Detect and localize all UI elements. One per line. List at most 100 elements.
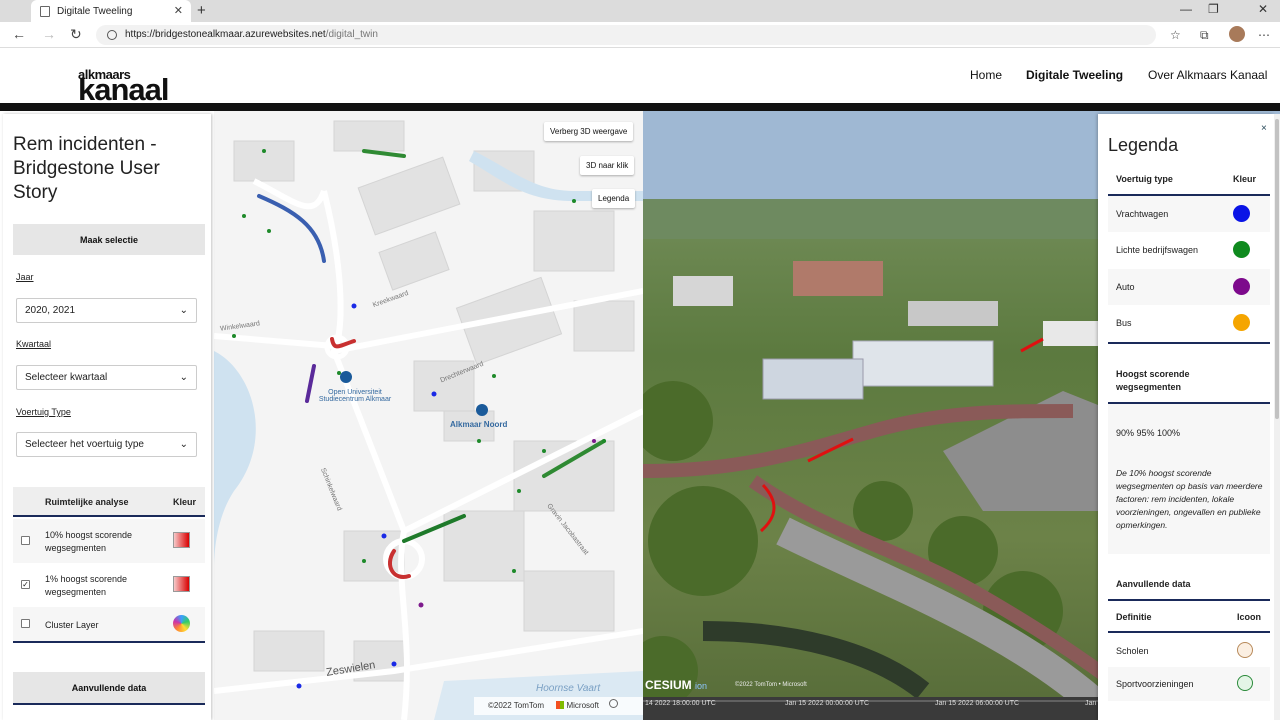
segments-description: De 10% hoogst scorende wegsegmenten op b… bbox=[1116, 468, 1263, 530]
restore-icon[interactable]: ❐ bbox=[1208, 2, 1219, 16]
legend-row-sport: Sportvoorzieningen bbox=[1108, 667, 1270, 701]
sport-icon bbox=[1237, 675, 1253, 691]
layer-row-cluster[interactable]: Cluster Layer bbox=[13, 607, 205, 641]
icon-header: Icoon bbox=[1237, 612, 1261, 622]
more-menu-icon[interactable]: ⋯ bbox=[1258, 28, 1270, 42]
cesium-logo[interactable]: CESIUM ion bbox=[645, 678, 707, 692]
legend-row-lichte-bedrijfswagen: Lichte bedrijfswagen bbox=[1108, 232, 1270, 268]
analysis-header: Ruimtelijke analyse bbox=[45, 497, 129, 507]
definition-header: Definitie bbox=[1116, 612, 1152, 622]
chevron-down-icon: ⌄ bbox=[179, 439, 188, 450]
address-bar[interactable]: https://bridgestonealkmaar.azurewebsites… bbox=[96, 25, 1156, 45]
quarter-value: Selecteer kwartaal bbox=[25, 372, 108, 383]
map-label-hoornse: Hoornse Vaart bbox=[536, 683, 601, 694]
legend-sport-label: Sportvoorzieningen bbox=[1116, 679, 1194, 689]
layer-10pct-label: 10% hoogst scorende wegsegmenten bbox=[45, 530, 133, 553]
profile-avatar[interactable] bbox=[1229, 26, 1245, 42]
browser-tab-bar: Digitale Tweeling ✕ + — ❐ ✕ bbox=[0, 0, 1280, 22]
map-2d[interactable]: Open Universiteit Studiecentrum Alkmaar … bbox=[214, 111, 643, 720]
timeline-label-4: Jan bbox=[1085, 700, 1097, 707]
legend-button[interactable]: Legenda bbox=[592, 189, 636, 208]
forward-icon[interactable]: → bbox=[42, 26, 56, 42]
legend-panel: × Legenda Voertuig type Kleur Vrachtwage… bbox=[1098, 114, 1274, 720]
school-icon bbox=[1237, 642, 1253, 658]
microsoft-attribution: Microsoft bbox=[566, 701, 599, 710]
vehicle-type-header: Voertuig type bbox=[1116, 174, 1173, 184]
nav-digitale-tweeling[interactable]: Digitale Tweeling bbox=[1026, 68, 1123, 82]
cluster-layer-checkbox[interactable] bbox=[21, 619, 30, 628]
tomtom-attribution: ©2022 TomTom bbox=[488, 701, 544, 710]
layer-10pct-swatch bbox=[173, 532, 190, 548]
auto-dot-icon bbox=[1233, 278, 1250, 295]
timeline-label-3: Jan 15 2022 06:00:00 UTC bbox=[935, 700, 1020, 707]
legend-vrachtwagen-label: Vrachtwagen bbox=[1116, 209, 1169, 219]
layer-1pct-checkbox[interactable]: ✓ bbox=[21, 580, 30, 589]
3d-on-click-button[interactable]: 3D naar klik bbox=[580, 156, 635, 175]
analysis-divider bbox=[13, 641, 205, 643]
legend-row-bus: Bus bbox=[1108, 305, 1270, 341]
vrachtwagen-dot-icon bbox=[1233, 205, 1250, 222]
legend-row-vrachtwagen: Vrachtwagen bbox=[1108, 196, 1270, 232]
nav-over-alkmaars-kanaal[interactable]: Over Alkmaars Kanaal bbox=[1148, 68, 1267, 82]
close-window-icon[interactable]: ✕ bbox=[1258, 2, 1268, 16]
timeline-label-2: Jan 15 2022 00:00:00 UTC bbox=[785, 700, 870, 707]
layer-row-10pct[interactable]: 10% hoogst scorende wegsegmenten bbox=[13, 519, 205, 563]
layer-1pct-label: 1% hoogst scorende wegsegmenten bbox=[45, 574, 128, 597]
favorites-icon[interactable]: ☆ bbox=[1170, 28, 1181, 42]
browser-toolbar: ← → ↻ https://bridgestonealkmaar.azurewe… bbox=[0, 22, 1280, 48]
microsoft-logo-icon bbox=[556, 701, 565, 709]
year-select[interactable]: 2020, 2021 ⌄ bbox=[16, 298, 197, 323]
collections-icon[interactable]: ⧉ bbox=[1200, 28, 1209, 43]
map-base bbox=[214, 120, 643, 720]
legend-divider-2 bbox=[1108, 342, 1270, 344]
back-icon[interactable]: ← bbox=[12, 26, 26, 42]
map-label-ou: Open Universiteit Studiecentrum Alkmaar bbox=[318, 389, 392, 403]
new-tab-icon[interactable]: + bbox=[197, 2, 206, 19]
close-icon[interactable]: × bbox=[1261, 123, 1267, 134]
logo-text-bottom[interactable]: kanaal bbox=[78, 76, 169, 103]
close-tab-icon[interactable]: ✕ bbox=[174, 4, 183, 17]
page-favicon-icon bbox=[40, 6, 50, 17]
reload-icon[interactable]: ↻ bbox=[70, 26, 82, 43]
vehicle-value: Selecteer het voertuig type bbox=[25, 439, 144, 450]
cesium-logo-text: CESIUM bbox=[645, 678, 692, 692]
vehicle-select[interactable]: Selecteer het voertuig type ⌄ bbox=[16, 432, 197, 457]
map-label-station: Alkmaar Noord bbox=[450, 420, 508, 429]
percentile-scale: 90% 95% 100% bbox=[1116, 428, 1181, 438]
browser-tab[interactable]: Digitale Tweeling ✕ bbox=[31, 0, 191, 22]
color-header: Kleur bbox=[173, 497, 197, 507]
make-selection-button[interactable]: Maak selectie bbox=[13, 224, 205, 255]
cesium-credit: ©2022 TomTom • Microsoft bbox=[735, 682, 807, 688]
layer-10pct-checkbox[interactable] bbox=[21, 536, 30, 545]
scrollbar-thumb[interactable] bbox=[1275, 119, 1279, 419]
legend-row-scholen: Scholen bbox=[1108, 633, 1270, 667]
nav-home[interactable]: Home bbox=[970, 68, 1002, 82]
map-attribution: ©2022 TomTom Microsoft bbox=[474, 697, 643, 715]
legend-color-header: Kleur bbox=[1233, 174, 1257, 184]
analysis-table-header: Ruimtelijke analyse Kleur bbox=[13, 487, 205, 517]
legend-scholen-label: Scholen bbox=[1116, 646, 1149, 656]
layer-1pct-swatch bbox=[173, 576, 190, 592]
year-value: 2020, 2021 bbox=[25, 305, 76, 316]
url-host: https://bridgestonealkmaar.azurewebsites… bbox=[125, 29, 326, 40]
minimize-icon[interactable]: — bbox=[1180, 2, 1192, 16]
lichte-bedrijfswagen-dot-icon bbox=[1233, 241, 1250, 258]
site-info-icon[interactable] bbox=[107, 30, 117, 40]
legend-row-auto: Auto bbox=[1108, 269, 1270, 305]
additional-divider bbox=[13, 703, 205, 705]
extra-data-header: Aanvullende data bbox=[1116, 579, 1191, 589]
legend-scrollbar[interactable] bbox=[1274, 114, 1280, 720]
layer-row-1pct[interactable]: ✓ 1% hoogst scorende wegsegmenten bbox=[13, 563, 205, 607]
cesium-ion-text: ion bbox=[695, 681, 708, 691]
timeline-label-1: 14 2022 18:00:00 UTC bbox=[645, 700, 716, 707]
site-header: alkmaars kanaal Home Digitale Tweeling O… bbox=[0, 48, 1280, 103]
tab-title: Digitale Tweeling bbox=[57, 5, 133, 17]
quarter-select[interactable]: Selecteer kwartaal ⌄ bbox=[16, 365, 197, 390]
feedback-icon[interactable] bbox=[609, 699, 619, 708]
hide-3d-button[interactable]: Verberg 3D weergave bbox=[544, 122, 634, 141]
segments-header: Hoogst scorende wegsegmenten bbox=[1116, 369, 1190, 392]
additional-data-button[interactable]: Aanvullende data bbox=[13, 672, 205, 703]
chevron-down-icon: ⌄ bbox=[179, 305, 188, 316]
quarter-label: Kwartaal bbox=[16, 339, 52, 349]
legend-lichte-label: Lichte bedrijfswagen bbox=[1116, 245, 1199, 255]
